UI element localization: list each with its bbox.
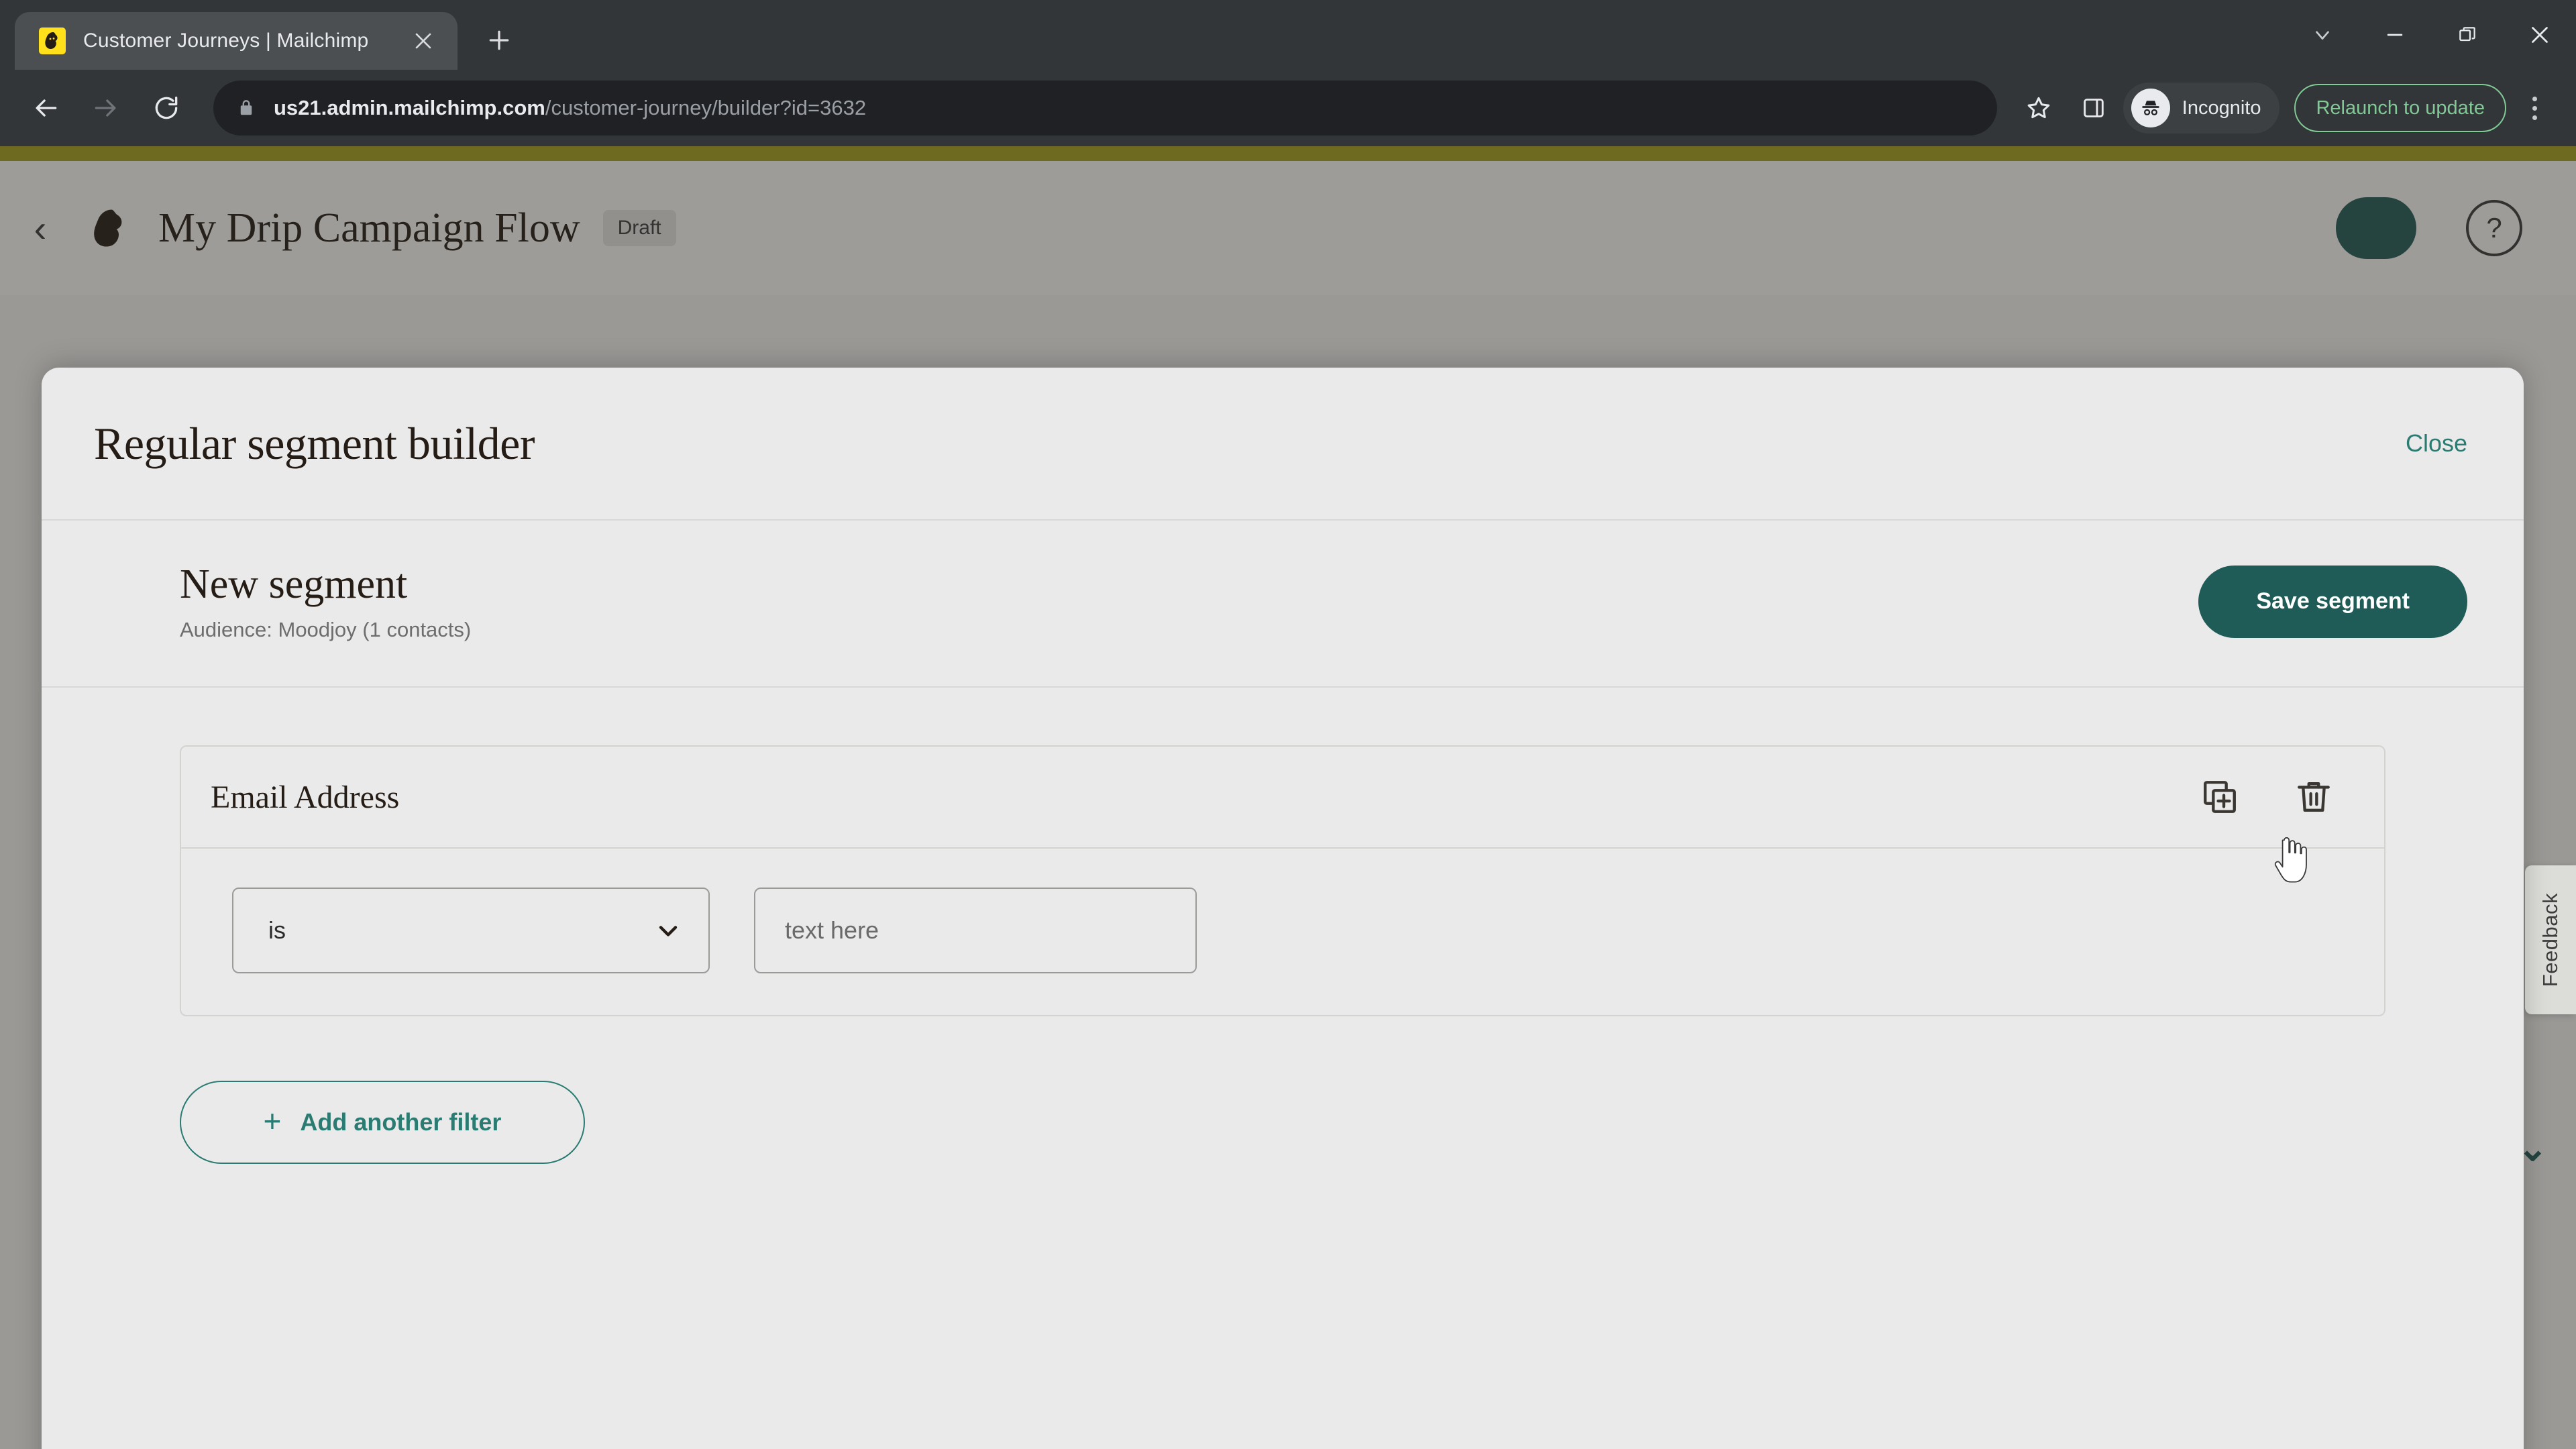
address-bar-url: us21.admin.mailchimp.com/customer-journe… <box>274 96 866 120</box>
close-button[interactable]: Close <box>2406 429 2467 458</box>
address-bar[interactable]: us21.admin.mailchimp.com/customer-journe… <box>213 80 1997 136</box>
tab-search-chevron-down-icon[interactable] <box>2286 0 2359 70</box>
incognito-indicator[interactable]: Incognito <box>2123 83 2280 133</box>
plus-icon: + <box>263 1104 282 1138</box>
relaunch-to-update-button[interactable]: Relaunch to update <box>2294 84 2506 132</box>
segment-audience: Audience: Moodjoy (1 contacts) <box>180 618 472 641</box>
incognito-icon <box>2131 89 2170 127</box>
segment-info: New segment Audience: Moodjoy (1 contact… <box>180 561 471 642</box>
regular-segment-builder-modal: Regular segment builder Close New segmen… <box>42 368 2524 1449</box>
minimize-icon[interactable] <box>2359 0 2431 70</box>
modal-title: Regular segment builder <box>94 417 535 469</box>
filter-card: Email Address is text here <box>180 745 2385 1016</box>
mailchimp-favicon <box>39 28 66 54</box>
incognito-label: Incognito <box>2182 97 2261 119</box>
add-another-filter-label: Add another filter <box>300 1108 502 1136</box>
forward-arrow-icon <box>78 80 134 136</box>
filter-condition-select[interactable]: is <box>232 888 710 973</box>
filter-value-placeholder: text here <box>785 916 879 944</box>
side-panel-icon[interactable] <box>2068 83 2119 133</box>
three-dot-menu-icon[interactable] <box>2510 81 2559 135</box>
window-controls <box>2286 0 2576 70</box>
add-another-filter-button[interactable]: + Add another filter <box>180 1081 585 1164</box>
window-close-icon[interactable] <box>2504 0 2576 70</box>
tab-title: Customer Journeys | Mailchimp <box>83 30 369 52</box>
page-viewport: ‹ My Drip Campaign Flow Draft ? ⌄ Feedba… <box>0 146 2576 1449</box>
trash-icon[interactable] <box>2288 771 2340 823</box>
modal-header: Regular segment builder Close <box>42 368 2524 521</box>
new-tab-button[interactable] <box>475 16 523 64</box>
duplicate-icon[interactable] <box>2194 771 2246 823</box>
url-host: us21.admin.mailchimp.com <box>274 96 545 119</box>
tab-strip: Customer Journeys | Mailchimp <box>0 0 2576 70</box>
save-segment-button[interactable]: Save segment <box>2198 565 2467 638</box>
filter-condition-value: is <box>268 916 286 944</box>
browser-window: Customer Journeys | Mailchimp us21.admin… <box>0 0 2576 1449</box>
browser-toolbar: us21.admin.mailchimp.com/customer-journe… <box>0 70 2576 146</box>
reload-icon[interactable] <box>138 80 195 136</box>
lock-icon <box>236 98 256 118</box>
feedback-tab[interactable]: Feedback <box>2525 865 2576 1014</box>
filter-field-name: Email Address <box>211 779 400 815</box>
chevron-down-icon <box>653 916 683 945</box>
segment-name: New segment <box>180 561 408 607</box>
url-path: /customer-journey/builder?id=3632 <box>545 96 867 119</box>
tab-close-icon[interactable] <box>408 25 439 56</box>
feedback-label: Feedback <box>2538 892 2562 987</box>
segment-filters-area: Email Address is text here + Add another… <box>42 688 2524 1449</box>
filter-card-header: Email Address <box>181 747 2384 849</box>
browser-tab[interactable]: Customer Journeys | Mailchimp <box>15 12 458 70</box>
bookmark-star-icon[interactable] <box>2013 83 2064 133</box>
segment-summary-bar: New segment Audience: Moodjoy (1 contact… <box>42 521 2524 688</box>
filter-card-body: is text here <box>181 849 2384 1015</box>
restore-icon[interactable] <box>2431 0 2504 70</box>
back-arrow-icon[interactable] <box>17 80 74 136</box>
filter-value-input[interactable]: text here <box>754 888 1197 973</box>
